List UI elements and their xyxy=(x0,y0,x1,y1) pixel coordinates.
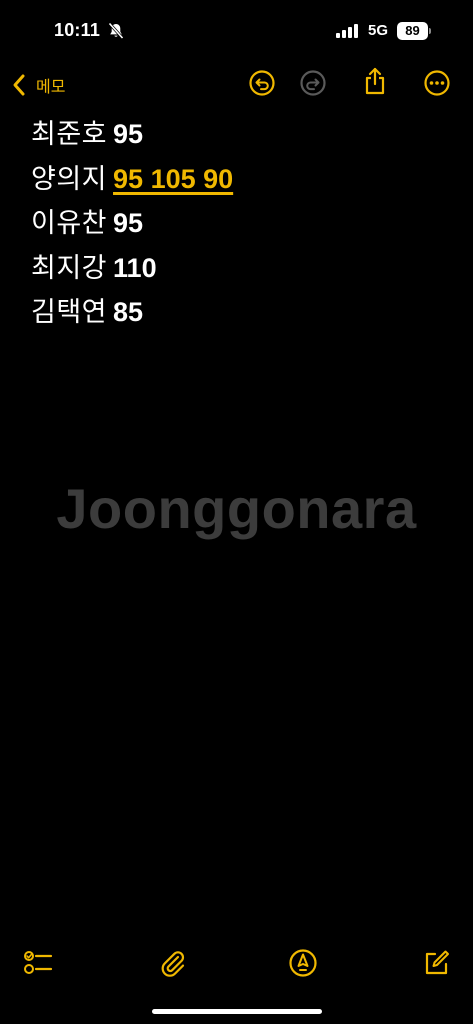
status-time: 10:11 xyxy=(54,20,101,40)
bottom-toolbar xyxy=(0,945,473,985)
network-type: 5G xyxy=(368,22,389,39)
navigation-bar: 메모 xyxy=(0,60,473,108)
status-bar: 10:11 5G 89 xyxy=(0,0,473,60)
player-name: 이유찬 xyxy=(31,208,108,238)
more-options-icon[interactable] xyxy=(422,68,452,98)
compose-icon[interactable] xyxy=(420,947,452,979)
share-icon[interactable] xyxy=(360,66,390,96)
checklist-icon[interactable] xyxy=(22,947,54,979)
player-name: 양의지 xyxy=(31,163,108,194)
note-body[interactable]: 최준호 95 양의지 95 105 90 이유찬 95 최지강 110 김택연 … xyxy=(31,112,451,335)
markup-icon[interactable] xyxy=(287,947,319,979)
player-name: 최준호 xyxy=(31,119,108,149)
size-value: 85 xyxy=(113,297,144,327)
redo-icon[interactable] xyxy=(298,68,328,98)
battery-level: 89 xyxy=(397,22,428,40)
cellular-signal-icon xyxy=(336,24,358,38)
back-button[interactable]: 메모 xyxy=(10,70,65,100)
player-name: 김택연 xyxy=(31,297,108,327)
back-label: 메모 xyxy=(36,79,66,96)
bell-slash-icon xyxy=(108,22,124,40)
undo-icon[interactable] xyxy=(247,68,277,98)
home-indicator[interactable] xyxy=(152,1009,322,1014)
paperclip-icon[interactable] xyxy=(156,947,188,979)
note-line: 최준호 95 xyxy=(31,112,451,157)
note-line: 이유찬 95 xyxy=(31,201,451,246)
size-value: 110 xyxy=(113,252,157,283)
watermark: Joonggonara xyxy=(56,477,417,540)
note-line: 최지강 110 xyxy=(31,246,451,291)
player-name: 최지강 xyxy=(31,252,108,283)
chevron-left-icon xyxy=(13,74,25,96)
size-value: 95 xyxy=(113,208,144,238)
note-line: 양의지 95 105 90 xyxy=(31,157,451,202)
size-value: 95 xyxy=(113,119,144,149)
battery-icon: 89 xyxy=(397,22,431,40)
note-line: 김택연 85 xyxy=(31,290,451,335)
detected-number-link[interactable]: 95 105 90 xyxy=(113,157,233,202)
